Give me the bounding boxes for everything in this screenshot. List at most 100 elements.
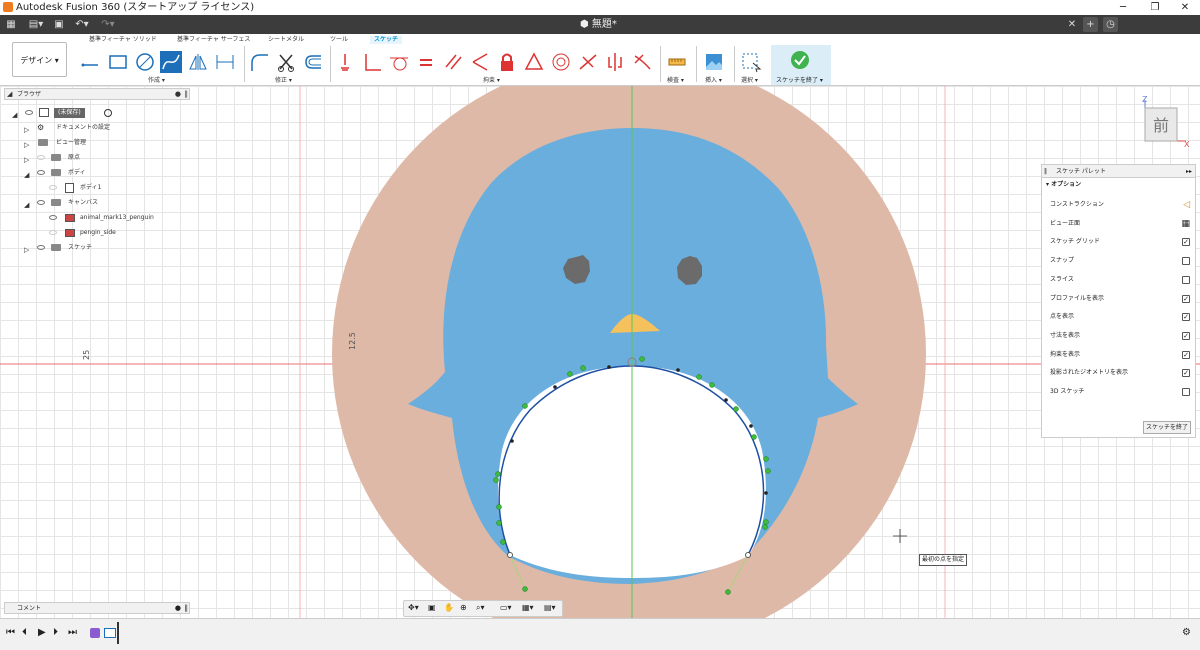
comments-pin-icon[interactable]: ● xyxy=(175,603,181,614)
step-back-icon[interactable]: ⏴ xyxy=(22,627,27,638)
concentric-icon[interactable] xyxy=(550,51,572,73)
eye-off-icon[interactable] xyxy=(37,155,45,160)
tab-tools[interactable]: ツール xyxy=(330,36,348,44)
play-icon[interactable]: ▶ xyxy=(38,627,46,638)
parallel-icon[interactable] xyxy=(442,51,464,73)
palette-row[interactable]: スライス xyxy=(1050,274,1190,286)
collapsed-icon[interactable]: ▷ xyxy=(24,244,29,256)
palette-row[interactable]: コンストラクション ◁ xyxy=(1050,199,1190,211)
browser-expand-icon[interactable]: ‖ xyxy=(185,89,189,100)
constraints-group-label[interactable]: 拘束 ▾ xyxy=(483,75,500,84)
palette-checkbox[interactable] xyxy=(1182,257,1190,266)
collinear-icon[interactable] xyxy=(469,51,491,73)
go-to-end-icon[interactable]: ⏭ xyxy=(68,627,77,638)
browser-header[interactable]: ◢ ブラウザ ● ‖ xyxy=(4,88,190,100)
display-settings-icon[interactable]: ▭▾ xyxy=(500,603,512,612)
palette-header[interactable]: ‖ スケッチ パレット ▸▸ xyxy=(1042,165,1195,178)
eye-icon[interactable] xyxy=(37,170,45,175)
timeline-sketch-icon[interactable] xyxy=(104,628,116,638)
collapse-icon[interactable]: ◢ xyxy=(7,89,12,100)
view-cube[interactable]: 前 Z X xyxy=(1140,96,1190,148)
maximize-button[interactable]: ❐ xyxy=(1140,0,1170,15)
new-tab-icon[interactable]: + xyxy=(1083,17,1098,32)
expanded-icon[interactable]: ◢ xyxy=(24,199,29,211)
tangent-icon[interactable] xyxy=(388,51,410,73)
palette-row[interactable]: プロファイルを表示 ✓ xyxy=(1050,293,1190,305)
tab-surface[interactable]: 基準フィーチャ サーフェス xyxy=(177,36,250,44)
circle-icon[interactable] xyxy=(134,51,156,73)
document-tab[interactable]: ⬢ 無題* xyxy=(580,15,617,34)
palette-row[interactable]: スナップ xyxy=(1050,255,1190,267)
close-tab-icon[interactable]: ✕ xyxy=(1066,15,1078,34)
tree-item-sketches[interactable]: ▷ スケッチ xyxy=(24,242,164,254)
timeline-marker[interactable] xyxy=(117,622,119,644)
close-window-button[interactable]: ✕ xyxy=(1170,0,1200,15)
palette-checkbox[interactable] xyxy=(1182,388,1190,396)
offset-icon[interactable] xyxy=(302,51,324,73)
palette-checkbox[interactable]: ✓ xyxy=(1182,313,1190,322)
palette-checkbox[interactable]: ✓ xyxy=(1182,331,1190,340)
palette-checkbox[interactable]: ✓ xyxy=(1182,294,1190,303)
palette-row[interactable]: 寸法を表示 ✓ xyxy=(1050,330,1190,342)
finish-sketch-button[interactable]: スケッチを終了 xyxy=(1143,421,1191,434)
palette-expand-icon[interactable]: ▸▸ xyxy=(1186,165,1192,178)
file-menu-icon[interactable]: ▤▾ xyxy=(26,15,46,34)
tab-solid[interactable]: 基準フィーチャ ソリッド xyxy=(89,36,157,44)
fix-lock-icon[interactable] xyxy=(496,51,518,73)
rectangle-icon[interactable] xyxy=(107,51,129,73)
construction-icon[interactable]: ◁ xyxy=(1183,199,1190,211)
comments-expand-icon[interactable]: ‖ xyxy=(185,603,189,614)
modify-group-label[interactable]: 修正 ▾ xyxy=(275,75,292,84)
palette-checkbox[interactable]: ✓ xyxy=(1182,238,1190,247)
tree-item-document-settings[interactable]: ▷ ⚙ ドキュメントの設定 xyxy=(24,122,164,134)
eye-icon[interactable] xyxy=(49,215,57,220)
triangle-icon[interactable] xyxy=(523,51,545,73)
orbit-icon[interactable]: ✥▾ xyxy=(408,603,419,612)
inspect-group-label[interactable]: 検査 ▾ xyxy=(667,75,684,84)
select-icon[interactable] xyxy=(740,51,762,73)
checkmark-icon[interactable] xyxy=(790,50,810,70)
expanded-icon[interactable]: ◢ xyxy=(24,169,29,181)
tree-item-bodies[interactable]: ◢ ボディ xyxy=(24,167,164,179)
minimize-button[interactable]: ─ xyxy=(1108,0,1138,15)
midpoint-icon[interactable] xyxy=(577,51,599,73)
mirror-icon[interactable] xyxy=(187,51,209,73)
expanded-icon[interactable]: ◢ xyxy=(12,109,17,121)
palette-row[interactable]: 3D スケッチ xyxy=(1050,386,1190,398)
select-group-label[interactable]: 選択 ▾ xyxy=(741,75,758,84)
curvature-icon[interactable] xyxy=(631,51,653,73)
fit-icon[interactable]: ⌕▾ xyxy=(476,603,485,613)
options-section-header[interactable]: ▾ オプション xyxy=(1042,178,1195,192)
collapsed-icon[interactable]: ▷ xyxy=(24,124,29,136)
tree-item-named-views[interactable]: ▷ ビュー管理 xyxy=(24,137,164,149)
comments-panel[interactable]: コメント ● ‖ xyxy=(4,602,190,614)
eye-icon[interactable] xyxy=(37,245,45,250)
finish-sketch-group[interactable]: スケッチを終了 ▾ xyxy=(771,45,831,85)
palette-row[interactable]: 投影されたジオメトリを表示 ✓ xyxy=(1050,367,1190,379)
tree-item-canvas-penguin[interactable]: animal_mark13_penguin xyxy=(36,212,186,224)
step-forward-icon[interactable]: ⏵ xyxy=(53,627,58,638)
collapsed-icon[interactable]: ▷ xyxy=(24,139,29,151)
palette-row[interactable]: スケッチ グリッド ✓ xyxy=(1050,236,1190,248)
clock-icon[interactable]: ◷ xyxy=(1103,17,1118,32)
palette-checkbox[interactable]: ✓ xyxy=(1182,350,1190,359)
tree-item-origin[interactable]: ▷ 原点 xyxy=(24,152,164,164)
insert-group-label[interactable]: 挿入 ▾ xyxy=(705,75,722,84)
trim-icon[interactable] xyxy=(275,51,297,73)
coincident-icon[interactable] xyxy=(334,51,356,73)
palette-row[interactable]: 拘束を表示 ✓ xyxy=(1050,349,1190,361)
palette-checkbox[interactable]: ✓ xyxy=(1182,369,1190,378)
line-icon[interactable] xyxy=(80,51,102,73)
tree-item-root[interactable]: ◢ (未保存) xyxy=(12,107,122,119)
equal-icon[interactable] xyxy=(415,51,437,73)
eye-off-icon[interactable] xyxy=(49,185,57,190)
eye-icon[interactable] xyxy=(25,110,33,115)
go-to-start-icon[interactable]: ⏮ xyxy=(6,627,15,638)
tree-item-body1[interactable]: ボディ1 xyxy=(36,182,176,194)
look-at-icon[interactable]: ▦ xyxy=(1181,218,1190,230)
spline-icon[interactable] xyxy=(160,51,182,73)
palette-collapse-icon[interactable]: ‖ xyxy=(1044,165,1047,178)
redo-icon[interactable]: ↷▾ xyxy=(98,15,118,34)
grid-menu-icon[interactable]: ▦ xyxy=(4,15,18,34)
symmetry-icon[interactable] xyxy=(604,51,626,73)
